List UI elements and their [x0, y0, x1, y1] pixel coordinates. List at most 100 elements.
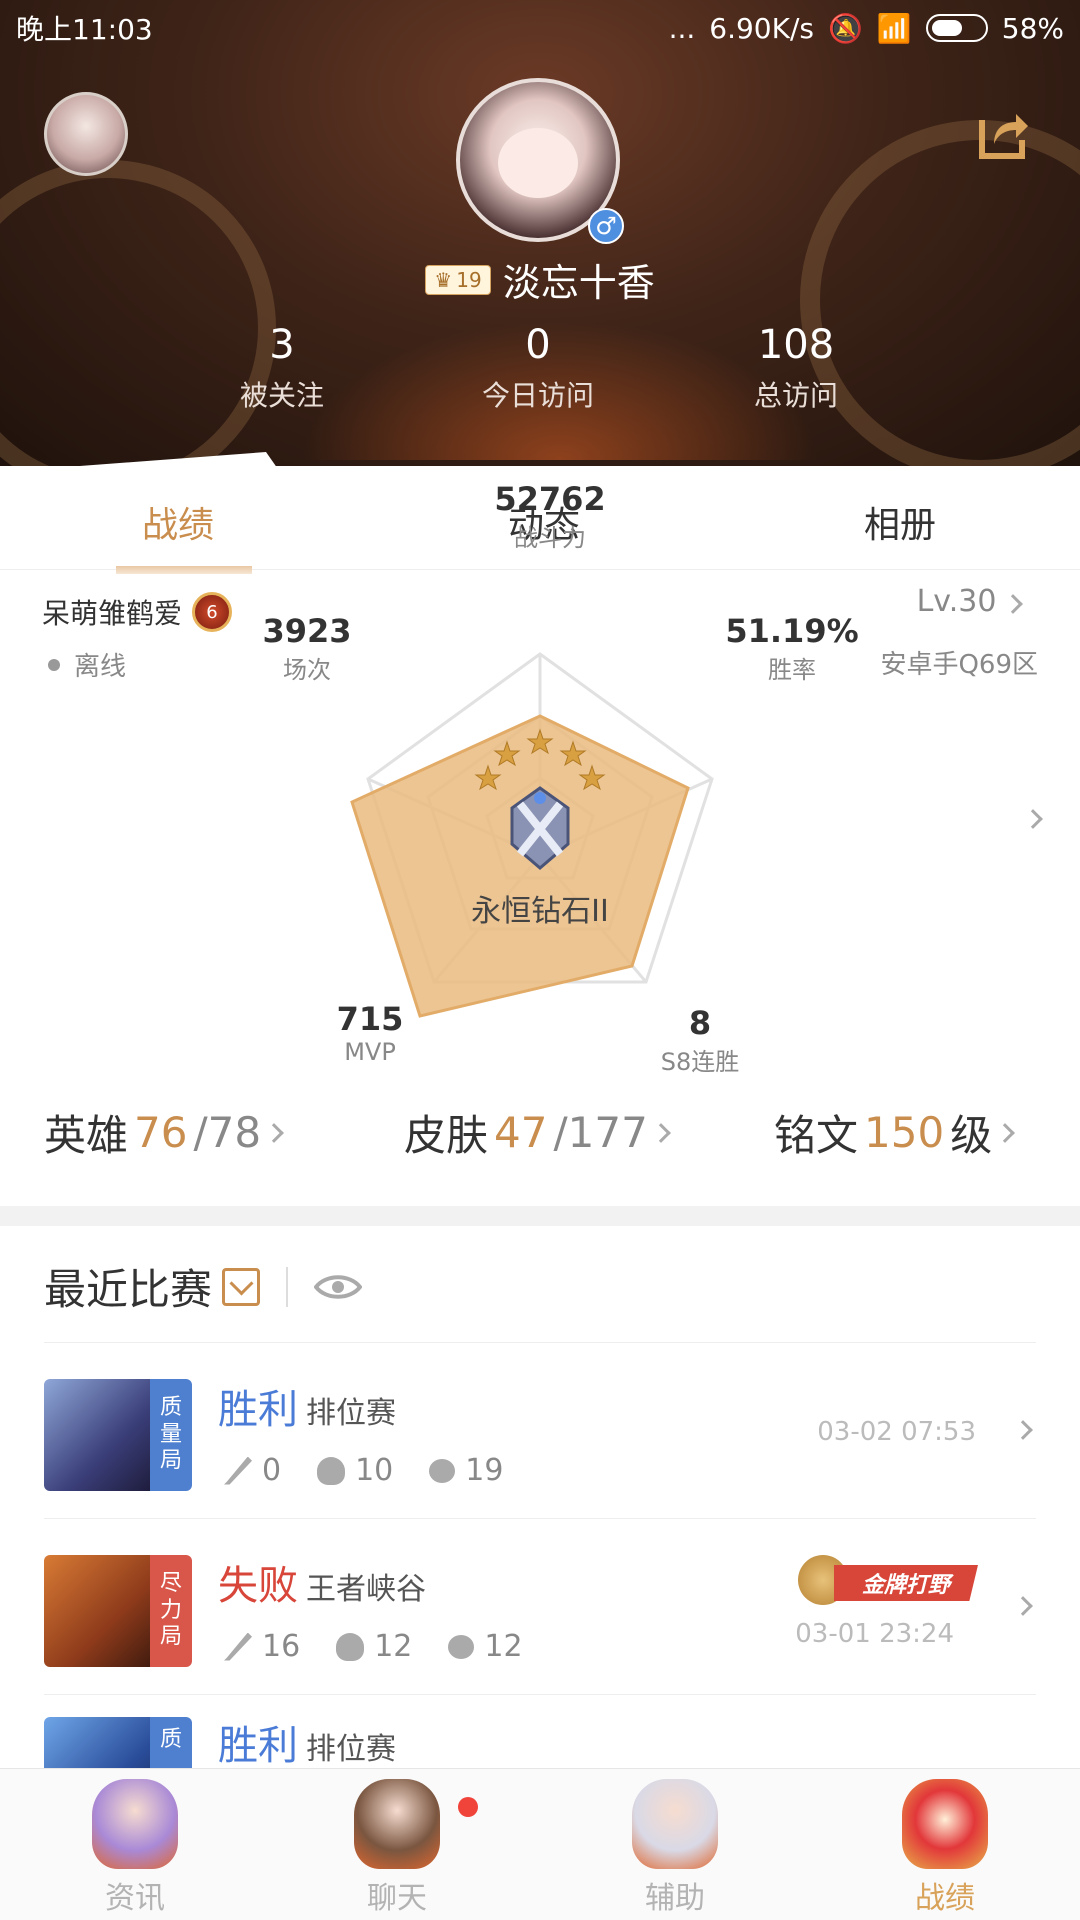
tag-char: 局	[159, 1448, 182, 1474]
eye-icon[interactable]	[314, 1272, 363, 1302]
match-row[interactable]: 质 胜利 排位赛	[44, 1694, 1036, 1768]
winrate-value: 51.19%	[725, 612, 859, 650]
runes-label: 铭文	[774, 1111, 859, 1160]
streak-value: 8	[688, 1004, 712, 1042]
stat-value: 3	[269, 322, 295, 368]
player-name: 呆萌雏鹤爱 6	[42, 592, 233, 632]
result-text: 胜利	[218, 1387, 298, 1433]
assists-value: 12	[484, 1629, 523, 1664]
bottom-nav: 资讯 聊天 辅助 战绩	[0, 1768, 1080, 1920]
unread-dot	[458, 1797, 478, 1817]
paw-icon	[448, 1634, 475, 1659]
heroes-total: /78	[193, 1108, 262, 1157]
match-row[interactable]: 尽力局 失败 王者峡谷 16 12 12 金牌打野 03-01 23:24	[44, 1518, 1036, 1694]
skins-owned: 47	[494, 1108, 548, 1157]
match-result: 胜利 排位赛	[218, 1377, 396, 1435]
tag-char: 局	[159, 1624, 182, 1650]
online-status: 离线	[48, 646, 126, 683]
matches-label: 场次	[283, 656, 331, 684]
sword-icon	[224, 1632, 252, 1661]
share-icon[interactable]	[976, 106, 1032, 162]
match-quality-tag: 尽力局	[150, 1555, 192, 1667]
assist-mascot-icon	[632, 1779, 718, 1869]
radar-power: 52762 战斗力	[480, 480, 620, 553]
today-visits-stat[interactable]: 0 今日访问	[438, 322, 638, 414]
recent-matches: 最近比赛 质量局 胜利 排位赛 0 10 19 03-02 07:53 尽力局 失…	[0, 1226, 1080, 1768]
matches-value: 3923	[262, 612, 352, 650]
nav-news[interactable]: 资讯	[60, 1779, 210, 1917]
match-result: 失败 王者峡谷	[218, 1553, 426, 1611]
heroes-count[interactable]: 英雄 76/78	[44, 1102, 284, 1163]
crown-icon: ♛	[434, 267, 453, 292]
match-mode: 王者峡谷	[306, 1572, 426, 1607]
heroes-label: 英雄	[44, 1111, 129, 1160]
skins-label: 皮肤	[404, 1111, 489, 1160]
hero-face	[44, 1379, 154, 1491]
chat-mascot-icon	[354, 1779, 440, 1869]
runes-count[interactable]: 铭文 150 级	[774, 1102, 1016, 1163]
nav-assist[interactable]: 辅助	[600, 1779, 750, 1917]
medal-label: 金牌打野	[834, 1565, 978, 1601]
mvp-value: 715	[336, 1000, 404, 1038]
total-visits-stat[interactable]: 108 总访问	[696, 322, 896, 414]
deaths-value: 12	[374, 1629, 413, 1664]
nav-record[interactable]: 战绩	[870, 1779, 1020, 1917]
collection-counts: 英雄 76/78 皮肤 47/177 铭文 150 级	[0, 1102, 1080, 1172]
match-mode: 排位赛	[306, 1732, 396, 1767]
match-row[interactable]: 质量局 胜利 排位赛 0 10 19 03-02 07:53	[44, 1342, 1036, 1518]
account-level[interactable]: Lv.30	[916, 584, 1023, 619]
skull-icon	[336, 1632, 365, 1661]
chevron-right-icon	[1013, 1596, 1033, 1616]
nav-label: 资讯	[105, 1881, 165, 1916]
switch-account-avatar[interactable]	[44, 92, 128, 176]
vip-badge: ♛ 19	[425, 264, 491, 295]
network-speed: 6.90K/s	[709, 11, 815, 45]
nav-chat[interactable]: 聊天	[322, 1779, 472, 1917]
skull-icon	[317, 1456, 346, 1485]
tag-char: 尽	[159, 1571, 182, 1597]
record-mascot-icon	[902, 1779, 988, 1869]
tag-char: 量	[159, 1421, 182, 1447]
rank-title: 永恒钻石II	[471, 894, 609, 929]
chevron-right-icon	[1013, 1420, 1033, 1440]
deaths: 10	[317, 1453, 393, 1488]
wifi-icon: 📶	[876, 11, 912, 45]
followers-stat[interactable]: 3 被关注	[182, 322, 382, 414]
server-zone: 安卓手Q69区	[880, 650, 1038, 680]
level-text: Lv.30	[916, 584, 997, 619]
kills: 16	[224, 1629, 300, 1664]
kda: 0 10 19	[224, 1453, 503, 1488]
status-time: 晚上11:03	[16, 13, 153, 46]
match-result: 胜利 排位赛	[218, 1713, 396, 1768]
assists: 19	[429, 1453, 503, 1488]
match-quality-tag: 质量局	[150, 1379, 192, 1491]
kills-value: 0	[262, 1453, 282, 1488]
match-time: 03-02 07:53	[817, 1417, 976, 1447]
username: 淡忘十香	[502, 261, 655, 305]
tag-char: 力	[159, 1597, 182, 1623]
radar-mvp: 715 MVP	[320, 1000, 420, 1066]
runes-level: 150	[864, 1108, 945, 1157]
hero-portrait: 质	[44, 1717, 192, 1768]
assists-value: 19	[465, 1453, 504, 1488]
streak-label: S8连胜	[660, 1048, 740, 1076]
kills-value: 16	[262, 1629, 301, 1664]
stat-label: 总访问	[753, 379, 838, 412]
battery-icon	[925, 14, 988, 42]
hero-face	[44, 1555, 154, 1667]
stat-value: 0	[525, 322, 551, 368]
paw-icon	[429, 1458, 456, 1483]
news-mascot-icon	[92, 1779, 178, 1869]
filter-dropdown-icon[interactable]	[222, 1267, 261, 1306]
nav-label: 辅助	[645, 1881, 705, 1916]
skins-count[interactable]: 皮肤 47/177	[404, 1102, 671, 1163]
tag-char: 质	[159, 1727, 182, 1752]
result-text: 失败	[218, 1563, 298, 1609]
mute-icon: 🔕	[828, 11, 863, 45]
honor-level-badge: 6	[192, 592, 233, 632]
runes-unit: 级	[950, 1111, 993, 1160]
diamond-rank-icon	[510, 786, 570, 870]
sword-icon	[224, 1456, 252, 1485]
game-nickname: 呆萌雏鹤爱	[42, 597, 183, 630]
heroes-owned: 76	[134, 1108, 188, 1157]
